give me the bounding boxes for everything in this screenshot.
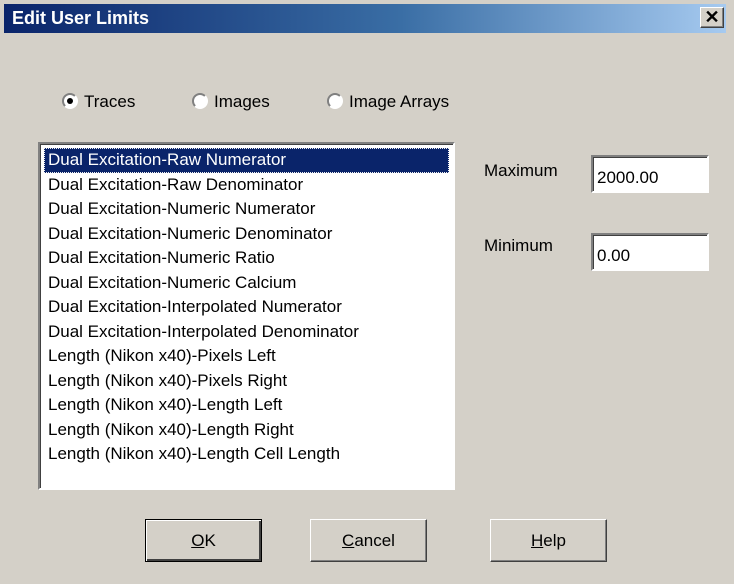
trace-list[interactable]: Dual Excitation-Raw Numerator Dual Excita…	[38, 142, 455, 490]
title-bar[interactable]: Edit User Limits ✕	[4, 4, 726, 33]
edit-user-limits-dialog: Edit User Limits ✕ Traces Images Image A…	[0, 0, 734, 584]
close-button[interactable]: ✕	[700, 7, 724, 28]
list-item[interactable]: Length (Nikon x40)-Length Right	[44, 418, 449, 443]
list-item[interactable]: Length (Nikon x40)-Pixels Right	[44, 369, 449, 394]
list-item[interactable]: Dual Excitation-Interpolated Numerator	[44, 295, 449, 320]
list-item[interactable]: Dual Excitation-Numeric Ratio	[44, 246, 449, 271]
close-icon: ✕	[704, 7, 720, 27]
radio-selected-dot	[67, 98, 73, 104]
help-mnemonic: H	[531, 531, 544, 550]
minimum-input[interactable]	[591, 233, 709, 271]
radio-button-icon	[327, 93, 343, 109]
list-item[interactable]: Length (Nikon x40)-Pixels Left	[44, 344, 449, 369]
window-title: Edit User Limits	[12, 8, 150, 28]
radio-images-label: Images	[214, 92, 270, 111]
ok-button[interactable]: OK	[145, 519, 262, 562]
minimum-label: Minimum	[484, 236, 553, 255]
maximum-input[interactable]	[591, 155, 709, 193]
maximum-label: Maximum	[484, 161, 558, 180]
list-item[interactable]: Length (Nikon x40)-Length Left	[44, 393, 449, 418]
cancel-mnemonic: C	[342, 531, 355, 550]
ok-label-rest: K	[204, 531, 216, 550]
help-button[interactable]: Help	[490, 519, 607, 562]
list-item[interactable]: Dual Excitation-Numeric Denominator	[44, 222, 449, 247]
list-item[interactable]: Dual Excitation-Interpolated Denominator	[44, 320, 449, 345]
list-item[interactable]: Dual Excitation-Numeric Numerator	[44, 197, 449, 222]
list-item[interactable]: Dual Excitation-Raw Denominator	[44, 173, 449, 198]
cancel-button[interactable]: Cancel	[310, 519, 427, 562]
trace-list-items: Dual Excitation-Raw Numerator Dual Excita…	[44, 148, 449, 467]
help-label-rest: elp	[543, 531, 566, 550]
radio-button-icon	[192, 93, 208, 109]
ok-mnemonic: O	[191, 531, 205, 550]
radio-button-icon	[62, 93, 78, 109]
list-item[interactable]: Dual Excitation-Numeric Calcium	[44, 271, 449, 296]
cancel-label-rest: ancel	[354, 531, 395, 550]
list-item[interactable]: Dual Excitation-Raw Numerator	[44, 148, 449, 173]
list-item[interactable]: Length (Nikon x40)-Length Cell Length	[44, 442, 449, 467]
radio-traces-label: Traces	[84, 92, 136, 111]
radio-image-arrays-label: Image Arrays	[349, 92, 450, 111]
